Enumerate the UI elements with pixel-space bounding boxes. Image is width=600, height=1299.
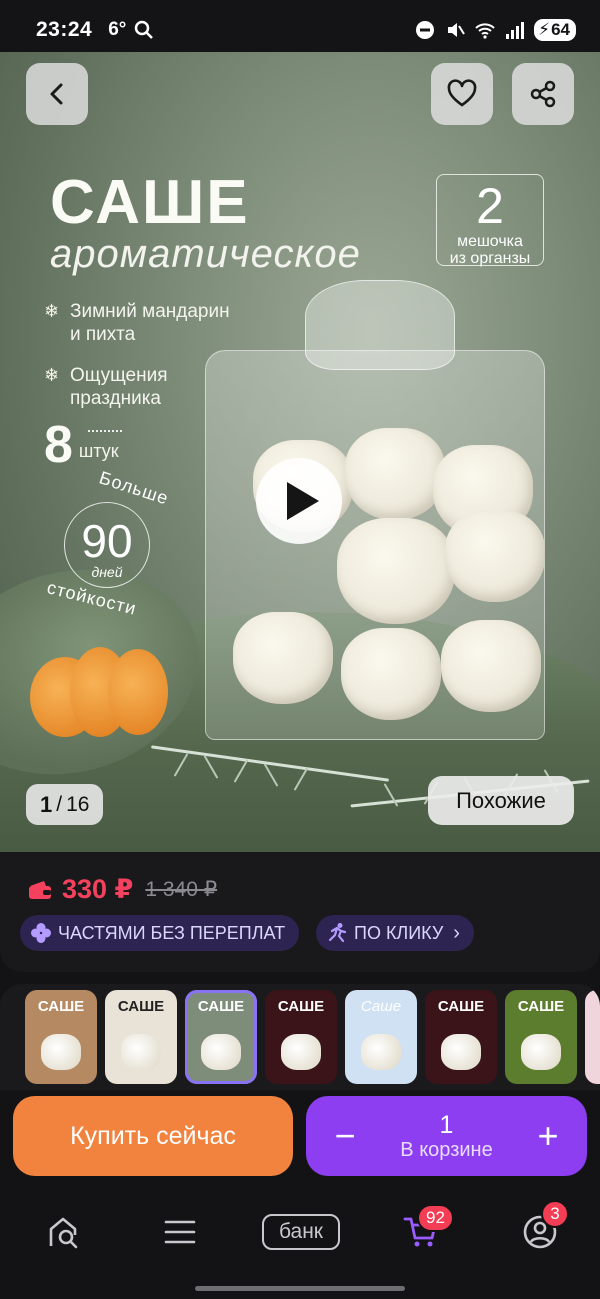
- mute-icon: [448, 23, 465, 37]
- image-subtitle: ароматическое: [50, 232, 361, 276]
- quantity-dots: [88, 430, 122, 435]
- snowflake-icon: ❄: [44, 301, 60, 321]
- buy-now-button[interactable]: Купить сейчас: [13, 1096, 293, 1176]
- thumbnail-title: САШЕ: [197, 998, 245, 1015]
- battery-indicator: ⚡ 64: [534, 19, 576, 41]
- thumbnail-title: САШЕ: [117, 998, 165, 1015]
- variant-thumbnail[interactable]: САШЕ: [505, 990, 577, 1084]
- chevron-right-icon: ›: [453, 921, 460, 944]
- chevron-left-icon: [50, 83, 63, 105]
- badge-days: дней: [91, 564, 123, 580]
- wifi-icon: [475, 23, 495, 39]
- feature-feeling-line2: праздника: [70, 388, 161, 409]
- thumbnail-title: САШЕ: [517, 998, 565, 1015]
- in-cart-label: В корзине: [400, 1138, 493, 1161]
- tangerine-illustration: [30, 637, 170, 747]
- bag-count-box: 2 мешочка из органзы: [436, 174, 544, 267]
- installments-chip[interactable]: ЧАСТЯМИ БЕЗ ПЕРЕПЛАТ: [20, 915, 300, 951]
- bag-count-number: 2: [476, 178, 504, 234]
- quantity-number: 8: [44, 416, 73, 474]
- status-icons: ⚡ 64: [414, 19, 576, 41]
- image-counter-current: 1: [40, 791, 53, 817]
- product-image-gallery[interactable]: САШЕ ароматическое ❄ Зимний мандарин и пи…: [0, 52, 600, 852]
- image-quantity: 8 штук: [44, 416, 122, 474]
- share-icon: [530, 80, 556, 108]
- nav-bank[interactable]: банк: [262, 1214, 340, 1250]
- variant-thumbnail[interactable]: САШЕ: [105, 990, 177, 1084]
- thumbnail-title: САШЕ: [37, 998, 85, 1015]
- play-icon: [287, 482, 319, 520]
- favorite-button[interactable]: [431, 63, 493, 125]
- back-button[interactable]: [26, 63, 88, 125]
- cart-status[interactable]: 1 В корзине: [400, 1111, 492, 1162]
- signal-icon: [506, 22, 525, 39]
- installments-label: ЧАСТЯМИ БЕЗ ПЕРЕПЛАТ: [58, 922, 286, 943]
- share-button[interactable]: [512, 63, 574, 125]
- charging-icon: ⚡: [538, 20, 551, 39]
- snowflake-icon: ❄: [44, 365, 60, 385]
- home-indicator[interactable]: [195, 1286, 405, 1291]
- variant-thumbnail[interactable]: САШЕ: [425, 990, 497, 1084]
- feature-scent-line2: и пихта: [70, 324, 136, 345]
- current-price: 330 ₽: [62, 874, 134, 904]
- installments-icon: [31, 923, 51, 943]
- image-feature-scent: ❄ Зимний мандарин и пихта: [44, 300, 230, 346]
- do-not-disturb-icon: [416, 21, 435, 39]
- home-search-icon: [49, 1217, 78, 1249]
- profile-notification-badge: 3: [541, 1200, 569, 1228]
- feature-scent-line1: Зимний мандарин: [70, 301, 230, 322]
- quantity-unit: штук: [78, 441, 119, 461]
- image-counter-separator: /: [56, 792, 63, 816]
- bag-count-line2: из органзы: [449, 250, 531, 267]
- increase-quantity-button[interactable]: +: [533, 1115, 563, 1157]
- heart-icon: [447, 79, 477, 107]
- old-price: 1 340 ₽: [145, 878, 218, 901]
- variant-thumbnail[interactable]: САШЕ: [25, 990, 97, 1084]
- variant-thumbnail[interactable]: САШЕ: [265, 990, 337, 1084]
- bag-count-line1: мешочка: [457, 233, 523, 250]
- thumbnail-title: САШЕ: [437, 998, 485, 1015]
- one-click-chip[interactable]: ПО КЛИКУ ›: [316, 915, 474, 951]
- status-temperature: 6°: [108, 19, 127, 40]
- cart-quantity-control: − 1 В корзине +: [306, 1096, 587, 1176]
- status-bar: 23:24 6° ⚡ 64: [0, 0, 600, 60]
- image-counter-total: 16: [66, 792, 90, 816]
- search-icon: [135, 20, 154, 39]
- nav-home[interactable]: [38, 1210, 88, 1254]
- running-person-icon: [328, 923, 347, 943]
- variant-thumbnail[interactable]: [585, 990, 600, 1084]
- image-title: САШЕ: [50, 168, 250, 237]
- image-feature-feeling: ❄ Ощущения праздника: [44, 364, 168, 410]
- variant-thumbnail[interactable]: Саше: [345, 990, 417, 1084]
- thumbnail-title: САШЕ: [277, 998, 325, 1015]
- similar-button[interactable]: Похожие: [428, 776, 574, 825]
- price-row: 330 ₽ 1 340 ₽: [28, 874, 217, 905]
- play-video-button[interactable]: [256, 458, 342, 544]
- nav-catalog[interactable]: [155, 1210, 205, 1254]
- wallet-icon: [29, 880, 51, 899]
- variant-thumbnail-selected[interactable]: САШЕ: [185, 990, 257, 1084]
- variant-thumbnails: САШЕ САШЕ САШЕ САШЕ Саше САШЕ САШЕ: [0, 984, 600, 1090]
- bottom-navigation: банк 92 3: [0, 1190, 600, 1280]
- image-counter: 1 / 16: [26, 784, 104, 825]
- thumbnail-title: Саше: [360, 998, 402, 1015]
- feature-feeling-line1: Ощущения: [70, 365, 168, 386]
- decrease-quantity-button[interactable]: −: [330, 1115, 360, 1157]
- cart-count-badge: 92: [417, 1204, 454, 1232]
- price-section: 330 ₽ 1 340 ₽ ЧАСТЯМИ БЕЗ ПЕРЕПЛАТ ПО КЛ…: [0, 852, 600, 972]
- menu-icon: [164, 1220, 196, 1244]
- status-time: 23:24: [36, 18, 93, 41]
- battery-level: 64: [551, 20, 570, 39]
- one-click-label: ПО КЛИКУ: [354, 922, 444, 943]
- badge-number: 90: [81, 515, 133, 567]
- durability-badge: Больше 90 дней стойкости: [40, 467, 180, 618]
- cart-quantity: 1: [439, 1110, 454, 1139]
